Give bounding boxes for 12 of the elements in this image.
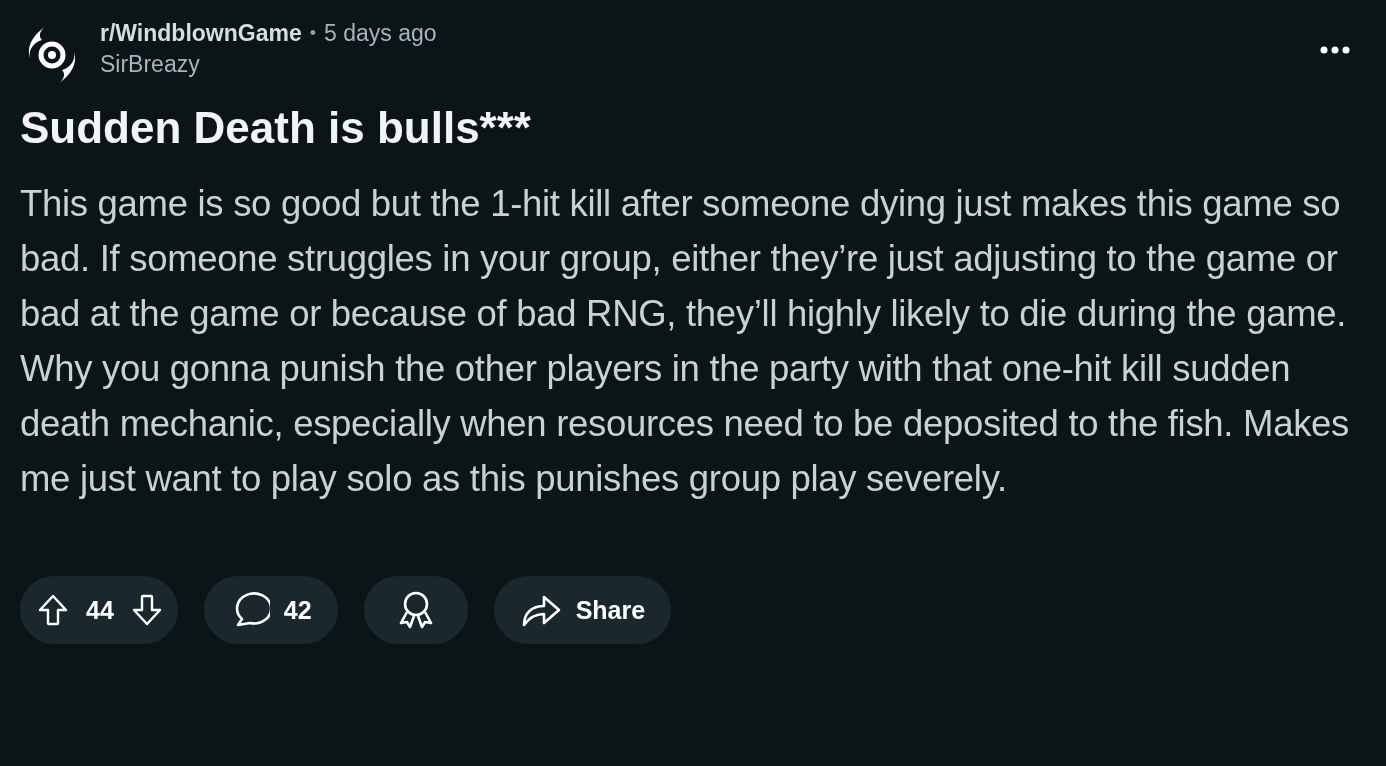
more-options-icon[interactable] — [1320, 46, 1350, 54]
share-button[interactable]: Share — [493, 576, 672, 644]
post-body: This game is so good but the 1-hit kill after someone dying just makes this game so bad. If someone struggles in your group, either they’re just adjusting to the game or bad at the game or because of bad RNG, they’ll highly likely to die during the game. Why you gonna punish the other players in the party with that one-hit kill sudden death mechanic, especially when resources need to be deposited to the fish. Makes me just want to play solo as this punishes group play severely. — [20, 182, 1351, 501]
upvote-icon[interactable] — [38, 594, 68, 626]
subreddit-name[interactable]: r/WindblownGame — [100, 20, 302, 47]
separator-dot: • — [309, 23, 316, 44]
comments-button[interactable]: 42 — [203, 576, 338, 644]
post-time: 5 days ago — [324, 20, 437, 47]
author-name[interactable]: SirBreazy — [100, 51, 1320, 78]
vote-count: 44 — [86, 595, 114, 625]
downvote-icon[interactable] — [131, 594, 162, 626]
post-title: Sudden Death is bulls*** — [20, 102, 532, 154]
